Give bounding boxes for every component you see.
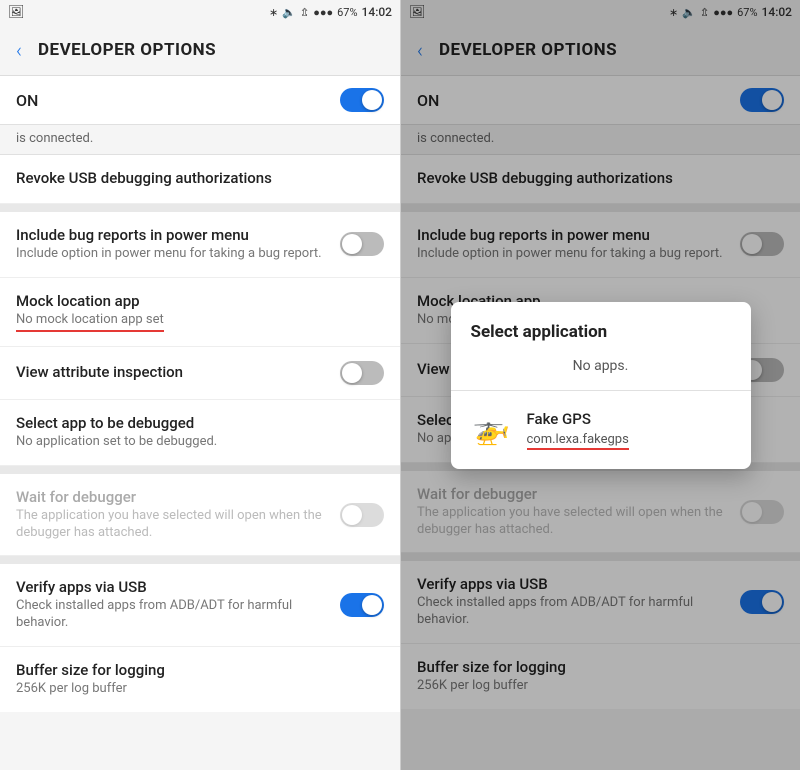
select-app-dialog: Select applicationNo apps. 🚁 Fake GPS com.l…	[451, 302, 751, 469]
on-section: ON	[0, 76, 400, 125]
setting-title-7: Buffer size for logging	[16, 661, 384, 679]
setting-item-7[interactable]: Buffer size for logging 256K per log buff…	[0, 647, 400, 712]
setting-item-6[interactable]: Verify apps via USB Check installed apps …	[0, 564, 400, 647]
setting-title-3: View attribute inspection	[16, 363, 340, 381]
app-package: com.lexa.fakegps	[527, 432, 629, 450]
setting-title-4: Select app to be debugged	[16, 414, 384, 432]
setting-item-2[interactable]: Mock location app No mock location app se…	[0, 278, 400, 347]
signal-icon: ●●●	[313, 6, 333, 19]
dialog-divider	[451, 390, 751, 391]
battery-text: 67%	[337, 6, 357, 19]
app-name: Fake GPS	[527, 410, 731, 428]
setting-item-5[interactable]: Wait for debugger The application you hav…	[0, 474, 400, 557]
status-right: ∗ 🔈 ⇬ ●●● 67% 14:02	[269, 5, 392, 19]
setting-title-2: Mock location app	[16, 292, 384, 310]
setting-subtitle-2: No mock location app set	[16, 312, 384, 332]
header-title: DEVELOPER OPTIONS	[38, 40, 216, 60]
section-divider	[0, 204, 400, 212]
settings-content: ON is connected. Revoke USB debugging aut…	[0, 76, 400, 770]
setting-title-6: Verify apps via USB	[16, 578, 340, 596]
setting-subtitle-6: Check installed apps from ADB/ADT for ha…	[16, 598, 340, 632]
time-display: 14:02	[362, 5, 392, 19]
setting-subtitle-1: Include option in power menu for taking …	[16, 246, 340, 263]
notification-icon: 🖼	[8, 5, 25, 20]
section-divider	[0, 466, 400, 474]
is-connected-text: is connected.	[0, 125, 400, 155]
setting-subtitle-4: No application set to be debugged.	[16, 434, 384, 451]
bluetooth-icon: ∗	[269, 6, 278, 19]
setting-subtitle-5: The application you have selected will o…	[16, 508, 340, 542]
setting-title-0: Revoke USB debugging authorizations	[16, 169, 384, 187]
setting-item-1[interactable]: Include bug reports in power menu Include…	[0, 212, 400, 278]
setting-toggle-5[interactable]	[340, 503, 384, 527]
setting-item-4[interactable]: Select app to be debugged No application …	[0, 400, 400, 466]
setting-subtitle-7: 256K per log buffer	[16, 681, 384, 698]
phone-panel-left: 🖼 ∗ 🔈 ⇬ ●●● 67% 14:02 ‹ DEVELOPER OPTION…	[0, 0, 400, 770]
back-button[interactable]: ‹	[16, 38, 22, 62]
setting-toggle-1[interactable]	[340, 232, 384, 256]
setting-toggle-6[interactable]	[340, 593, 384, 617]
status-left: 🖼	[8, 5, 25, 20]
setting-title-5: Wait for debugger	[16, 488, 340, 506]
app-header: ‹ DEVELOPER OPTIONS	[0, 24, 400, 76]
phone-panel-right: 🖼 ∗ 🔈 ⇬ ●●● 67% 14:02 ‹ DEVELOPER OPTION…	[400, 0, 800, 770]
app-icon: 🚁	[471, 409, 513, 451]
dialog-title: Select application	[451, 322, 751, 354]
dialog-no-apps: No apps.	[451, 354, 751, 390]
on-toggle[interactable]	[340, 88, 384, 112]
setting-toggle-3[interactable]	[340, 361, 384, 385]
on-label: ON	[16, 91, 38, 110]
wifi-icon: ⇬	[300, 6, 309, 19]
dialog-app-item[interactable]: 🚁 Fake GPS com.lexa.fakegps	[451, 399, 751, 461]
setting-item-0[interactable]: Revoke USB debugging authorizations	[0, 155, 400, 204]
mute-icon: 🔈	[282, 6, 296, 19]
setting-title-1: Include bug reports in power menu	[16, 226, 340, 244]
dialog-overlay[interactable]: Select applicationNo apps. 🚁 Fake GPS com.l…	[401, 0, 800, 770]
status-bar: 🖼 ∗ 🔈 ⇬ ●●● 67% 14:02	[0, 0, 400, 24]
section-divider	[0, 556, 400, 564]
setting-item-3[interactable]: View attribute inspection	[0, 347, 400, 400]
